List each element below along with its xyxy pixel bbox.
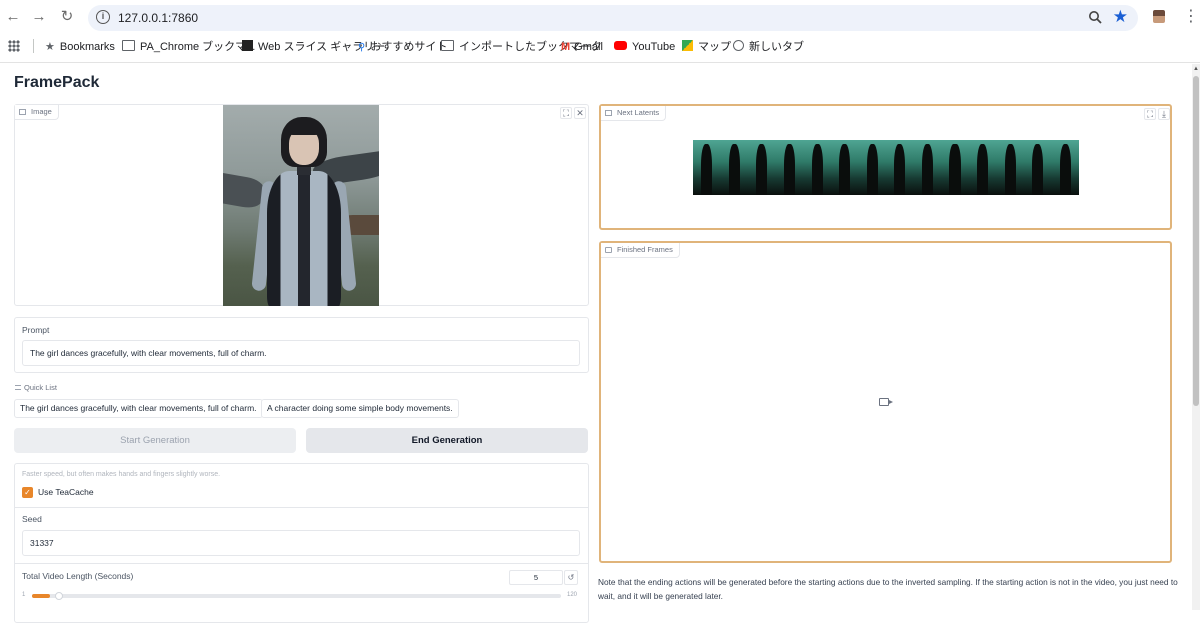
video-placeholder-icon xyxy=(879,398,893,406)
prompt-label: Prompt xyxy=(22,325,50,335)
quick-list-item[interactable]: The girl dances gracefully, with clear m… xyxy=(14,399,263,418)
slider-thumb[interactable] xyxy=(55,592,63,600)
slider-min-value: 1 xyxy=(22,592,26,598)
bookmark-item[interactable]: マップ xyxy=(682,40,731,56)
browser-menu-icon[interactable]: ⋮ xyxy=(1183,8,1199,26)
finished-frames-label: Finished Frames xyxy=(601,243,680,258)
fullscreen-icon[interactable]: ⛶ xyxy=(1144,108,1156,120)
bookmark-item[interactable]: ⚲ おすすめサイト xyxy=(358,40,447,56)
list-icon xyxy=(15,385,21,390)
star-icon: ★ xyxy=(45,41,55,53)
video-icon xyxy=(605,247,612,253)
teacache-label[interactable]: Use TeaCache xyxy=(38,487,94,497)
fullscreen-icon[interactable]: ⛶ xyxy=(560,107,572,119)
start-generation-button[interactable]: Start Generation xyxy=(14,428,296,453)
profile-avatar[interactable] xyxy=(1153,10,1165,23)
zoom-icon[interactable] xyxy=(1088,10,1102,24)
slider-max-value: 120 xyxy=(567,592,578,598)
scroll-up-icon[interactable]: ▲ xyxy=(1192,64,1200,74)
maps-icon xyxy=(682,40,693,51)
seed-input[interactable]: 31337 xyxy=(22,530,580,556)
bookmarks-bar: ★ Bookmarks PA_Chrome ブックマ... Web スライス ギャ… xyxy=(0,36,1200,58)
globe-icon xyxy=(733,40,744,51)
quick-list-label: Quick List xyxy=(15,383,57,392)
chrome-divider xyxy=(0,62,1200,63)
address-url[interactable]: 127.0.0.1:7860 xyxy=(118,11,198,25)
reset-icon[interactable]: ↺ xyxy=(564,570,578,585)
folder-icon xyxy=(122,40,135,51)
end-generation-button[interactable]: End Generation xyxy=(306,428,588,453)
browser-toolbar: ← → ↻ i 127.0.0.1:7860 ★ ⋮ xyxy=(0,0,1200,34)
bookmark-item[interactable]: PA_Chrome ブックマ... xyxy=(122,40,255,56)
site-info-icon[interactable]: i xyxy=(96,10,110,24)
bookmark-star-icon[interactable]: ★ xyxy=(1113,7,1128,27)
latents-preview-image xyxy=(693,140,1080,195)
next-latents-label: Next Latents xyxy=(601,106,667,121)
image-icon xyxy=(605,110,612,116)
address-bar[interactable]: i 127.0.0.1:7860 ★ xyxy=(88,5,1138,31)
download-icon[interactable]: ⤓ xyxy=(1158,108,1170,120)
close-icon[interactable]: ✕ xyxy=(574,107,586,119)
slider-fill xyxy=(32,594,50,598)
bookmark-item[interactable]: 新しいタブ xyxy=(733,40,804,56)
gmail-icon: M xyxy=(561,41,571,53)
video-length-number-input[interactable]: 5 xyxy=(509,570,563,585)
bookmark-item[interactable]: M Gmail xyxy=(561,40,603,56)
teacache-hint: Faster speed, but often makes hands and … xyxy=(22,471,221,478)
video-length-label: Total Video Length (Seconds) xyxy=(22,571,134,581)
prompt-input[interactable]: The girl dances gracefully, with clear m… xyxy=(22,340,580,366)
app-title: FramePack xyxy=(14,74,100,91)
seed-label: Seed xyxy=(22,514,42,524)
page-scrollbar[interactable]: ▲ xyxy=(1192,64,1200,610)
video-length-slider[interactable] xyxy=(32,594,561,598)
forward-arrow-icon[interactable]: → xyxy=(30,8,48,26)
teacache-checkbox[interactable]: ✓ xyxy=(22,487,33,498)
quick-list-item[interactable]: A character doing some simple body movem… xyxy=(261,399,459,418)
folder-icon xyxy=(441,40,454,51)
reload-icon[interactable]: ↻ xyxy=(58,8,76,26)
settings-divider xyxy=(14,563,589,564)
sampling-note: Note that the ending actions will be gen… xyxy=(598,577,1178,601)
search-icon: ⚲ xyxy=(358,42,366,53)
image-icon xyxy=(19,109,26,115)
youtube-icon xyxy=(614,41,627,50)
bookmark-item[interactable]: YouTube xyxy=(614,40,675,56)
bookmark-item[interactable]: ★ Bookmarks xyxy=(45,40,115,56)
scroll-thumb[interactable] xyxy=(1193,76,1199,406)
image-label: Image xyxy=(15,105,59,120)
web-slice-icon xyxy=(242,40,253,51)
back-arrow-icon[interactable]: ← xyxy=(4,8,22,26)
uploaded-image xyxy=(223,105,379,306)
settings-divider xyxy=(14,507,589,508)
